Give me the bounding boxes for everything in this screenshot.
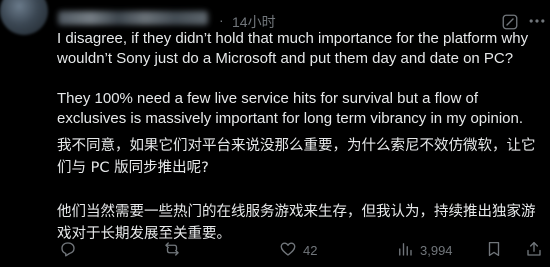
views-button[interactable]: 3,994 bbox=[396, 238, 453, 262]
header-separator: · bbox=[219, 12, 224, 28]
view-count: 3,994 bbox=[420, 242, 453, 258]
post: · 14小时 I disagree, if they didn’t hold t… bbox=[0, 0, 550, 267]
heart-icon bbox=[279, 240, 297, 261]
more-icon[interactable] bbox=[527, 11, 547, 31]
author-name-blurred[interactable] bbox=[58, 11, 208, 25]
share-icon bbox=[525, 240, 543, 261]
retweet-button[interactable] bbox=[163, 238, 181, 262]
post-header: · 14小时 bbox=[0, 0, 550, 35]
bookmark-button[interactable] bbox=[485, 238, 503, 262]
post-text-english-1: I disagree, if they didn’t hold that muc… bbox=[57, 30, 529, 67]
like-count: 42 bbox=[303, 242, 318, 258]
retweet-icon bbox=[163, 240, 181, 261]
post-text-chinese-1: 我不同意，如果它们对平台来说没那么重要，为什么索尼不效仿微软，让它们与 PC 版… bbox=[57, 138, 536, 176]
reply-icon bbox=[59, 240, 77, 261]
reply-button[interactable] bbox=[59, 238, 77, 262]
share-button[interactable] bbox=[525, 238, 543, 262]
post-text-english-2: They 100% need a few live service hits f… bbox=[57, 90, 524, 127]
avatar[interactable] bbox=[0, 0, 48, 35]
bookmark-icon bbox=[485, 240, 503, 261]
analytics-icon bbox=[396, 240, 414, 261]
like-button[interactable]: 42 bbox=[279, 238, 317, 262]
action-bar: 42 3,994 bbox=[57, 238, 547, 262]
post-body: I disagree, if they didn’t hold that muc… bbox=[57, 29, 547, 245]
